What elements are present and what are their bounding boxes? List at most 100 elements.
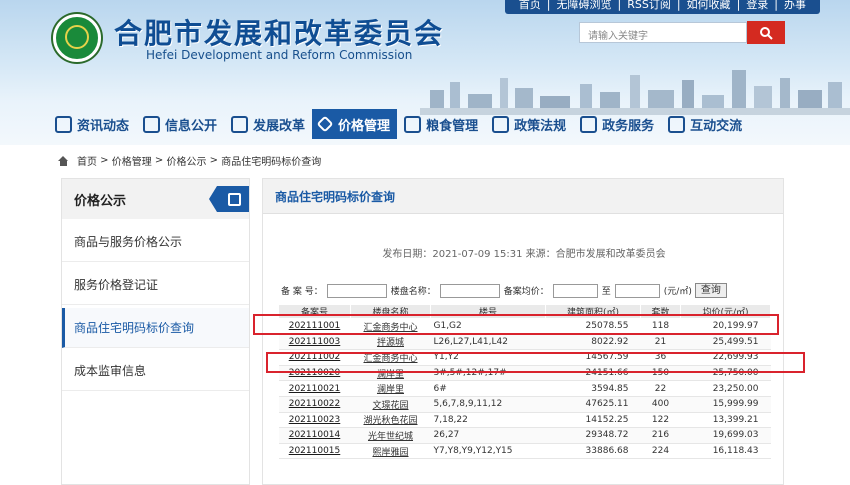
unit-count-cell: 216: [640, 427, 681, 444]
top-link[interactable]: 办事: [784, 0, 806, 11]
home-icon: [58, 155, 69, 166]
building-label: 楼盘名称：: [390, 287, 436, 297]
area-cell: 3594.85: [545, 380, 641, 397]
record-number-cell[interactable]: 202110015: [278, 443, 351, 460]
building-name-cell[interactable]: 湖光秋色花园: [350, 412, 431, 429]
nav-policy[interactable]: 政策法规: [485, 109, 573, 139]
sidebar-item-housing-price[interactable]: 商品住宅明码标价查询: [62, 308, 249, 348]
nav-service[interactable]: 政务服务: [573, 109, 661, 139]
nav-grain[interactable]: 粮食管理: [397, 109, 485, 139]
avg-label: 备案均价：: [503, 287, 549, 297]
top-link[interactable]: 如何收藏: [687, 0, 731, 11]
record-number-cell[interactable]: 202110014: [278, 427, 351, 444]
top-link[interactable]: 登录: [746, 0, 768, 11]
news-icon: [55, 115, 72, 133]
building-numbers-cell: 5,6,7,8,9,11,12: [430, 396, 546, 413]
tag-icon: [316, 115, 334, 133]
building-name-cell[interactable]: 光年世纪城: [350, 427, 431, 444]
main-nav: 资讯动态 信息公开 发展改革 价格管理 粮食管理 政策法规 政务服务 互动交流: [48, 107, 749, 141]
sidebar: 价格公示 商品与服务价格公示 服务价格登记证 商品住宅明码标价查询 成本监审信息: [61, 178, 250, 485]
table-row: 202110014 光年世纪城 26,27 29348.72 216 19,699.03: [278, 427, 771, 444]
nav-interaction[interactable]: 互动交流: [661, 109, 749, 139]
service-icon: [580, 115, 598, 133]
policy-icon: [492, 115, 510, 133]
record-label: 备 案 号：: [281, 287, 323, 297]
table-row: 202110021 澜岸里 6# 3594.85 22 23,250.00: [278, 380, 771, 397]
query-button[interactable]: 查询: [694, 283, 727, 298]
unit-count-cell: 21: [640, 334, 681, 351]
avg-price-cell: 13,399.21: [680, 412, 771, 429]
area-cell: 8022.92: [545, 334, 641, 351]
building-name-cell[interactable]: 文璟花园: [350, 396, 431, 413]
building-numbers-cell: Y7,Y8,Y9,Y12,Y15: [430, 443, 546, 460]
unit-count-cell: 224: [640, 443, 681, 460]
table-row: 202110023 湖光秋色花园 7,18,22 14152.25 122 13,399.…: [278, 412, 771, 429]
building-numbers-cell: L26,L27,L41,L42: [430, 334, 546, 351]
search-button[interactable]: [747, 21, 785, 44]
table-row: 202111003 拌源城 L26,L27,L41,L42 8022.92 21 25,4…: [278, 334, 771, 351]
site-header: 首页 | 无障碍浏览 | RSS订阅 | 如何收藏 | 登录 | 办事 合肥市发展和改革委员会 He…: [0, 0, 850, 145]
unit-count-cell: 22: [640, 380, 681, 397]
nav-price[interactable]: 价格管理: [312, 109, 398, 139]
avg-price-cell: 16,118.43: [680, 443, 771, 460]
top-links: 首页 | 无障碍浏览 | RSS订阅 | 如何收藏 | 登录 | 办事: [504, 0, 820, 14]
area-cell: 14152.25: [545, 412, 641, 429]
chart-icon: [231, 115, 249, 133]
avg-max-input[interactable]: [614, 283, 660, 298]
record-number-cell[interactable]: 202110021: [278, 380, 351, 397]
unit-label: (元/㎡): [663, 287, 692, 297]
unit-count-cell: 122: [640, 412, 681, 429]
area-cell: 47625.11: [545, 396, 641, 413]
building-name-cell[interactable]: 拌源城: [350, 334, 431, 351]
avg-price-cell: 25,499.51: [680, 334, 771, 351]
breadcrumb-item[interactable]: 价格公示: [167, 153, 207, 168]
sidebar-title: 价格公示: [62, 179, 249, 219]
breadcrumb-item[interactable]: 价格管理: [112, 153, 152, 168]
site-title: 合肥市发展和改革委员会: [114, 17, 445, 50]
sidebar-item-service-registration[interactable]: 服务价格登记证: [62, 265, 249, 305]
nav-development[interactable]: 发展改革: [224, 109, 312, 139]
avg-min-input[interactable]: [552, 283, 598, 298]
record-number-cell[interactable]: 202110022: [278, 396, 351, 413]
sidebar-item-cost-review[interactable]: 成本监审信息: [62, 351, 249, 391]
chat-icon: [668, 115, 686, 133]
avg-price-cell: 23,250.00: [680, 380, 771, 397]
building-numbers-cell: 26,27: [430, 427, 546, 444]
emblem-logo: [53, 14, 101, 62]
grain-icon: [404, 115, 422, 133]
unit-count-cell: 400: [640, 396, 681, 413]
building-numbers-cell: 7,18,22: [430, 412, 546, 429]
breadcrumb-item[interactable]: 首页: [77, 153, 97, 168]
document-icon: [209, 186, 249, 212]
sidebar-item-price-publicity[interactable]: 商品与服务价格公示: [62, 222, 249, 262]
record-number-cell[interactable]: 202110023: [278, 412, 351, 429]
table-row: 202110022 文璟花园 5,6,7,8,9,11,12 47625.11 400 1…: [278, 396, 771, 413]
highlight-box: [253, 314, 779, 335]
building-input[interactable]: [439, 283, 500, 298]
avg-price-cell: 19,699.03: [680, 427, 771, 444]
building-name-cell[interactable]: 熙岸雅园: [350, 443, 431, 460]
info-icon: [143, 115, 161, 133]
breadcrumb-item[interactable]: 商品住宅明码标价查询: [221, 153, 321, 168]
highlight-box: [266, 352, 805, 373]
page-title: 商品住宅明码标价查询: [263, 179, 783, 214]
top-link[interactable]: 首页: [519, 0, 541, 11]
top-link[interactable]: RSS订阅: [627, 0, 671, 11]
nav-info[interactable]: 信息公开: [136, 109, 224, 139]
nav-news[interactable]: 资讯动态: [48, 109, 136, 139]
record-number-cell[interactable]: 202111003: [278, 334, 351, 351]
to-label: 至: [601, 287, 611, 297]
breadcrumb: 首页 > 价格管理 > 价格公示 > 商品住宅明码标价查询: [58, 153, 321, 168]
building-numbers-cell: 6#: [430, 380, 546, 397]
search-input[interactable]: 请输入关键字: [579, 22, 747, 43]
site-subtitle: Hefei Development and Reform Commission: [146, 48, 413, 62]
search-icon: [760, 26, 773, 40]
area-cell: 33886.68: [545, 443, 641, 460]
table-row: 202110015 熙岸雅园 Y7,Y8,Y9,Y12,Y15 33886.68 224…: [278, 443, 771, 460]
filter-bar: 备 案 号： 楼盘名称： 备案均价： 至 (元/㎡) 查询: [281, 283, 727, 298]
top-link[interactable]: 无障碍浏览: [557, 0, 612, 11]
record-input[interactable]: [326, 283, 387, 298]
publish-info: 发布日期：2021-07-09 15:31 来源：合肥市发展和改革委员会: [382, 249, 666, 260]
building-name-cell[interactable]: 澜岸里: [350, 380, 431, 397]
area-cell: 29348.72: [545, 427, 641, 444]
